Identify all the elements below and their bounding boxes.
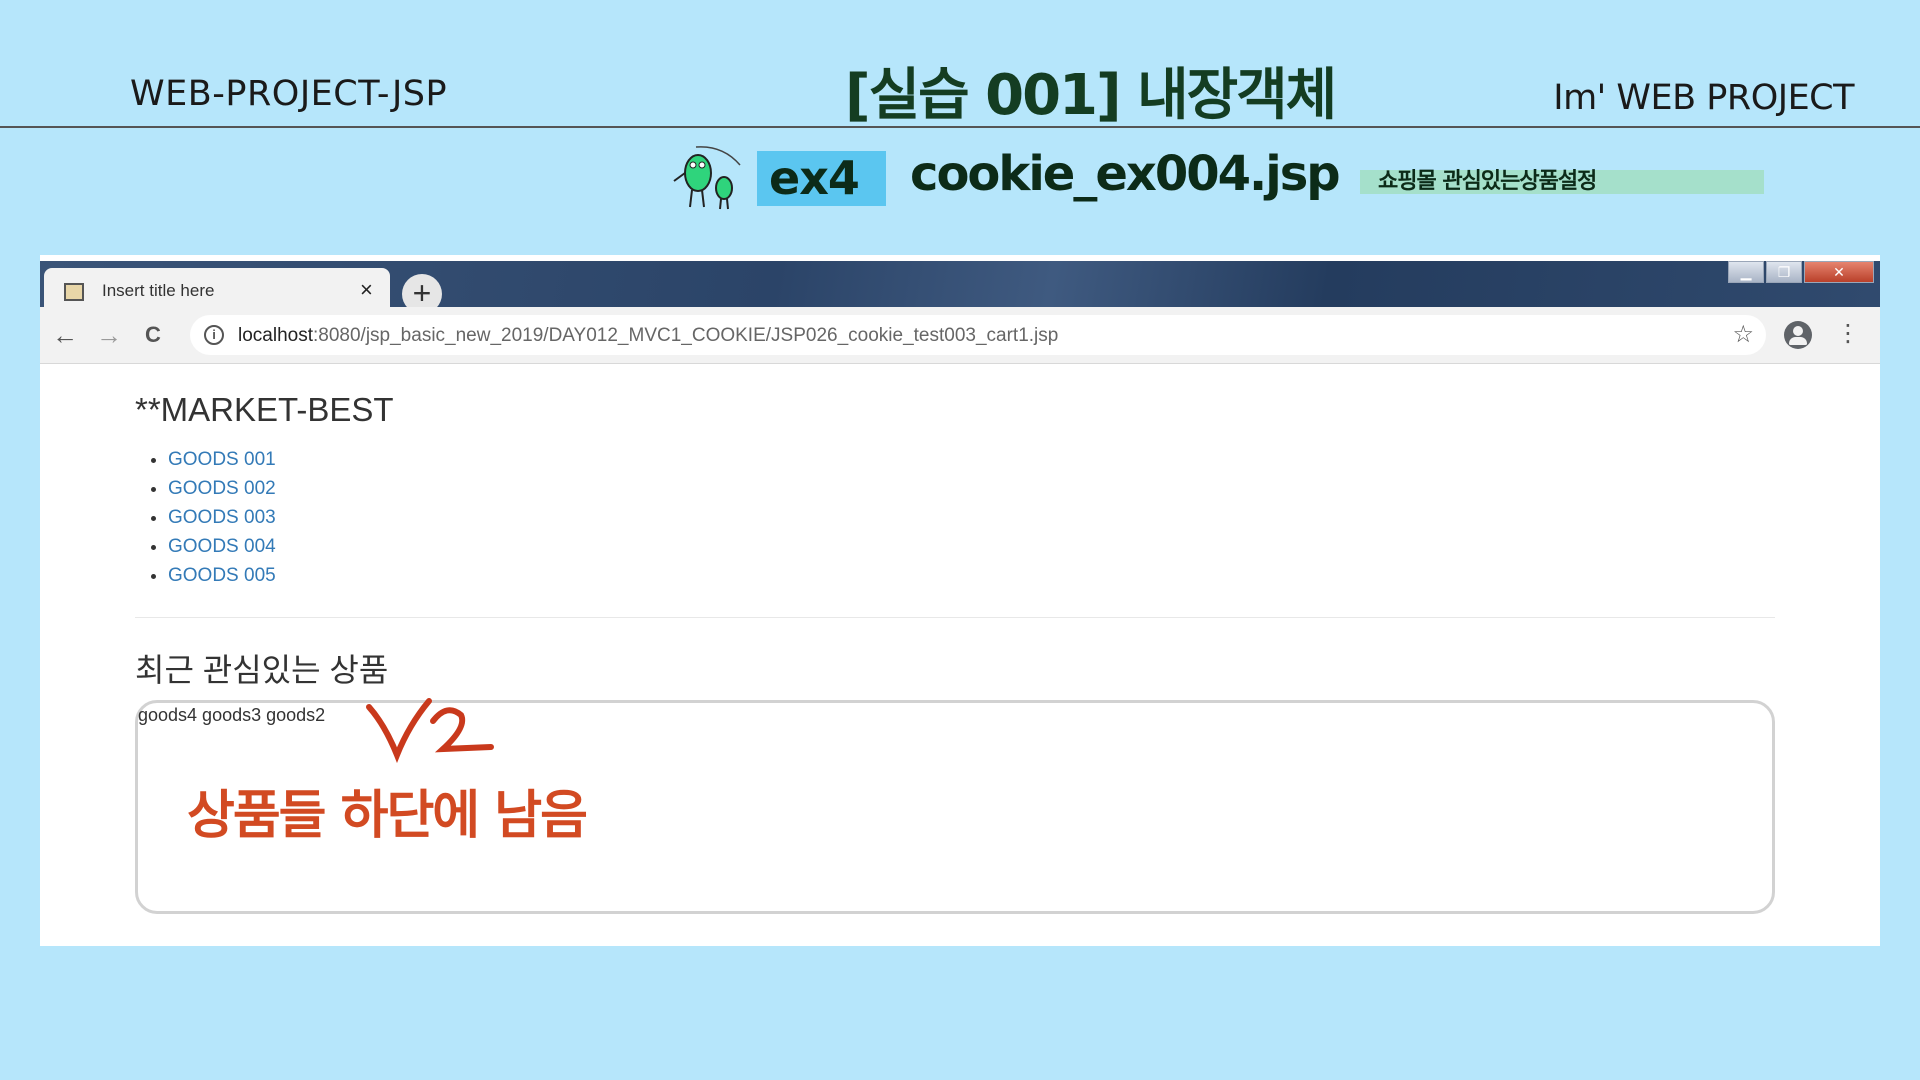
menu-icon[interactable]: ⋮ xyxy=(1836,319,1860,349)
tab-close-icon[interactable]: × xyxy=(360,277,373,303)
slide-left-title: WEB-PROJECT-JSP xyxy=(130,74,448,114)
favicon-icon xyxy=(64,283,84,301)
mascot-icon xyxy=(673,146,741,210)
bookmark-star-icon[interactable]: ☆ xyxy=(1732,320,1754,349)
list-item: GOODS 003 xyxy=(168,503,276,532)
profile-icon[interactable] xyxy=(1784,321,1812,349)
page-content: **MARKET-BEST GOODS 001 GOODS 002 GOODS … xyxy=(40,365,1880,946)
window-controls: ▁ ❐ ✕ xyxy=(1726,261,1874,291)
goods-list: GOODS 001 GOODS 002 GOODS 003 GOODS 004 … xyxy=(168,445,276,590)
goods-link[interactable]: GOODS 003 xyxy=(168,507,276,528)
list-item: GOODS 004 xyxy=(168,532,276,561)
browser-window: Insert title here × + ▁ ❐ ✕ ← → C i loca… xyxy=(40,255,1880,946)
browser-toolbar: ← → C i localhost:8080/jsp_basic_new_201… xyxy=(40,307,1880,364)
goods-link[interactable]: GOODS 002 xyxy=(168,478,276,499)
list-item: GOODS 001 xyxy=(168,445,276,474)
example-badge: ex4 xyxy=(757,151,886,206)
url-host: localhost xyxy=(238,325,313,346)
goods-link[interactable]: GOODS 004 xyxy=(168,536,276,557)
reload-button[interactable]: C xyxy=(136,318,170,352)
goods-link[interactable]: GOODS 001 xyxy=(168,449,276,470)
check-mark-icon xyxy=(366,698,494,763)
slide-main-title: [실습 001] 내장객체 xyxy=(845,63,1337,128)
slide-right-title: Im' WEB PROJECT xyxy=(1553,78,1854,118)
annotation-text: 상품들 하단에 남음 xyxy=(187,786,588,846)
forward-button[interactable]: → xyxy=(92,318,126,352)
recent-title: 최근 관심있는 상품 xyxy=(135,652,389,688)
section-divider xyxy=(135,617,1775,618)
url-path: :8080/jsp_basic_new_2019/DAY012_MVC1_COO… xyxy=(313,325,1059,346)
tab-title: Insert title here xyxy=(102,281,215,300)
list-item: GOODS 005 xyxy=(168,561,276,590)
info-icon[interactable]: i xyxy=(204,325,224,345)
url-text[interactable]: localhost:8080/jsp_basic_new_2019/DAY012… xyxy=(238,325,1058,347)
file-name: cookie_ex004.jsp xyxy=(910,146,1341,202)
market-title: **MARKET-BEST xyxy=(135,391,394,428)
header-divider xyxy=(0,126,1920,128)
minimize-button[interactable]: ▁ xyxy=(1728,261,1764,283)
topic-tag: 쇼핑몰 관심있는상품설정 xyxy=(1360,170,1764,194)
back-button[interactable]: ← xyxy=(48,318,82,352)
list-item: GOODS 002 xyxy=(168,474,276,503)
address-bar[interactable]: i localhost:8080/jsp_basic_new_2019/DAY0… xyxy=(190,315,1766,355)
recent-goods-text: goods4 goods3 goods2 xyxy=(138,705,326,725)
close-window-button[interactable]: ✕ xyxy=(1804,261,1874,283)
restore-button[interactable]: ❐ xyxy=(1766,261,1802,283)
goods-link[interactable]: GOODS 005 xyxy=(168,565,276,586)
tab-bar: Insert title here × + ▁ ❐ ✕ xyxy=(40,261,1880,314)
